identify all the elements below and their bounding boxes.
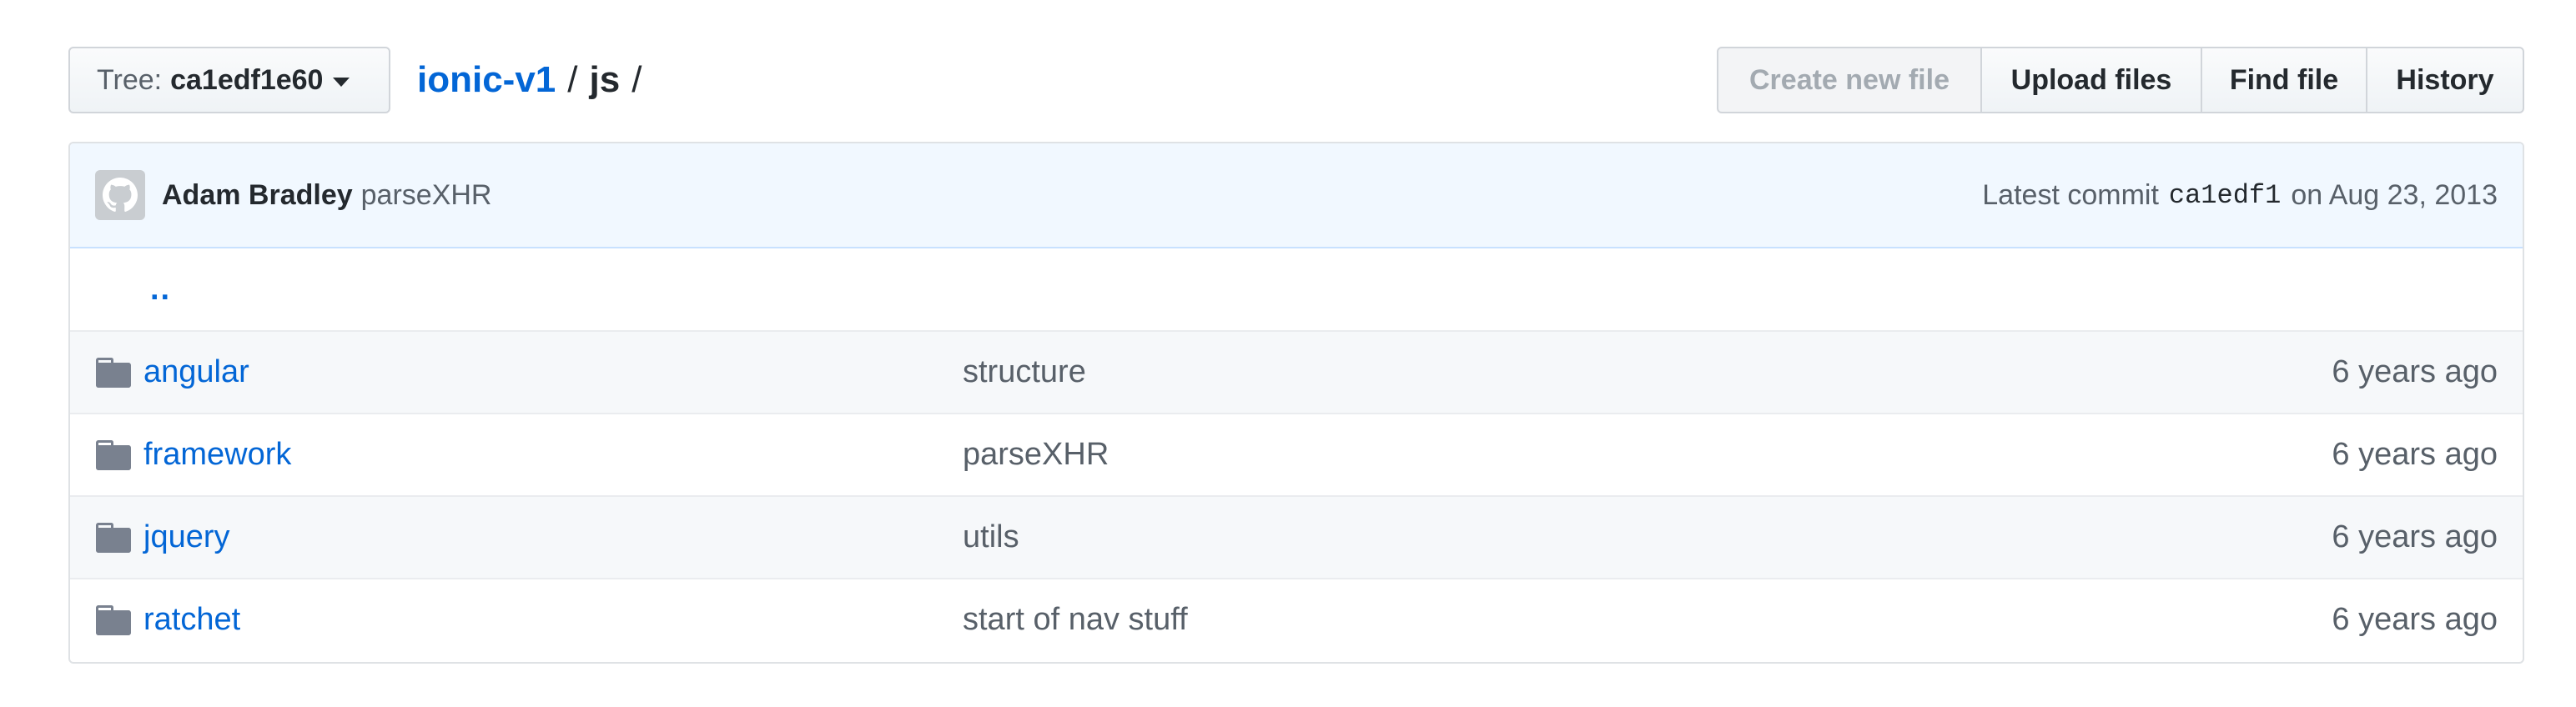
table-row: ratchet start of nav stuff 6 years ago [70,578,2523,660]
parent-dir-row: .. [70,248,2523,330]
commit-date: on Aug 23, 2013 [2291,178,2498,211]
file-actions: Create new file Upload files Find file H… [1717,47,2524,113]
latest-commit-bar: Adam Bradley parseXHR Latest commit ca1e… [70,143,2523,248]
commit-sha-link[interactable]: ca1edf1 [2169,180,2281,211]
file-name-link[interactable]: angular [143,354,961,390]
breadcrumb: ionic-v1 / js / [417,55,653,105]
github-octocat-icon [103,178,138,212]
branch-select-value: ca1edf1e60 [170,63,324,96]
branch-select-label: Tree: [97,63,163,96]
find-file-button[interactable]: Find file [2201,47,2367,113]
table-row: angular structure 6 years ago [70,330,2523,413]
breadcrumb-separator: / [567,59,578,100]
breadcrumb-trailing-separator: / [631,59,642,100]
file-age: 6 years ago [2332,437,2498,472]
file-navigation: Tree: ca1edf1e60 ionic-v1 / js / Create … [68,47,2524,117]
table-row: framework parseXHR 6 years ago [70,413,2523,495]
folder-icon [96,439,131,470]
commit-author-link[interactable]: Adam Bradley [162,179,353,212]
file-age: 6 years ago [2332,519,2498,554]
folder-icon [96,604,131,635]
create-new-file-button[interactable]: Create new file [1717,47,1982,113]
breadcrumb-repo-link[interactable]: ionic-v1 [417,59,556,101]
file-age: 6 years ago [2332,602,2498,637]
file-list: Adam Bradley parseXHR Latest commit ca1e… [68,142,2524,664]
history-button[interactable]: History [2366,47,2524,113]
folder-icon [96,357,131,388]
file-commit-message-link[interactable]: utils [963,519,1019,555]
file-commit-message-link[interactable]: start of nav stuff [963,602,1188,638]
breadcrumb-current-dir: js [589,59,621,100]
file-commit-message-link[interactable]: structure [963,354,1086,390]
avatar[interactable] [95,170,145,220]
file-age: 6 years ago [2332,354,2498,389]
file-name-link[interactable]: jquery [143,519,961,555]
folder-icon [96,522,131,553]
branch-select-button[interactable]: Tree: ca1edf1e60 [68,47,390,113]
file-name-link[interactable]: ratchet [143,602,961,638]
file-commit-message-link[interactable]: parseXHR [963,437,1109,473]
commit-message-link[interactable]: parseXHR [361,179,492,212]
caret-down-icon [333,77,350,87]
parent-dir-link[interactable]: .. [150,272,171,308]
file-name-link[interactable]: framework [143,437,961,473]
latest-commit-label: Latest commit [1982,178,2159,211]
table-row: jquery utils 6 years ago [70,495,2523,578]
upload-files-button[interactable]: Upload files [1980,47,2202,113]
latest-commit-info: Latest commit ca1edf1 on Aug 23, 2013 [1982,179,2498,212]
